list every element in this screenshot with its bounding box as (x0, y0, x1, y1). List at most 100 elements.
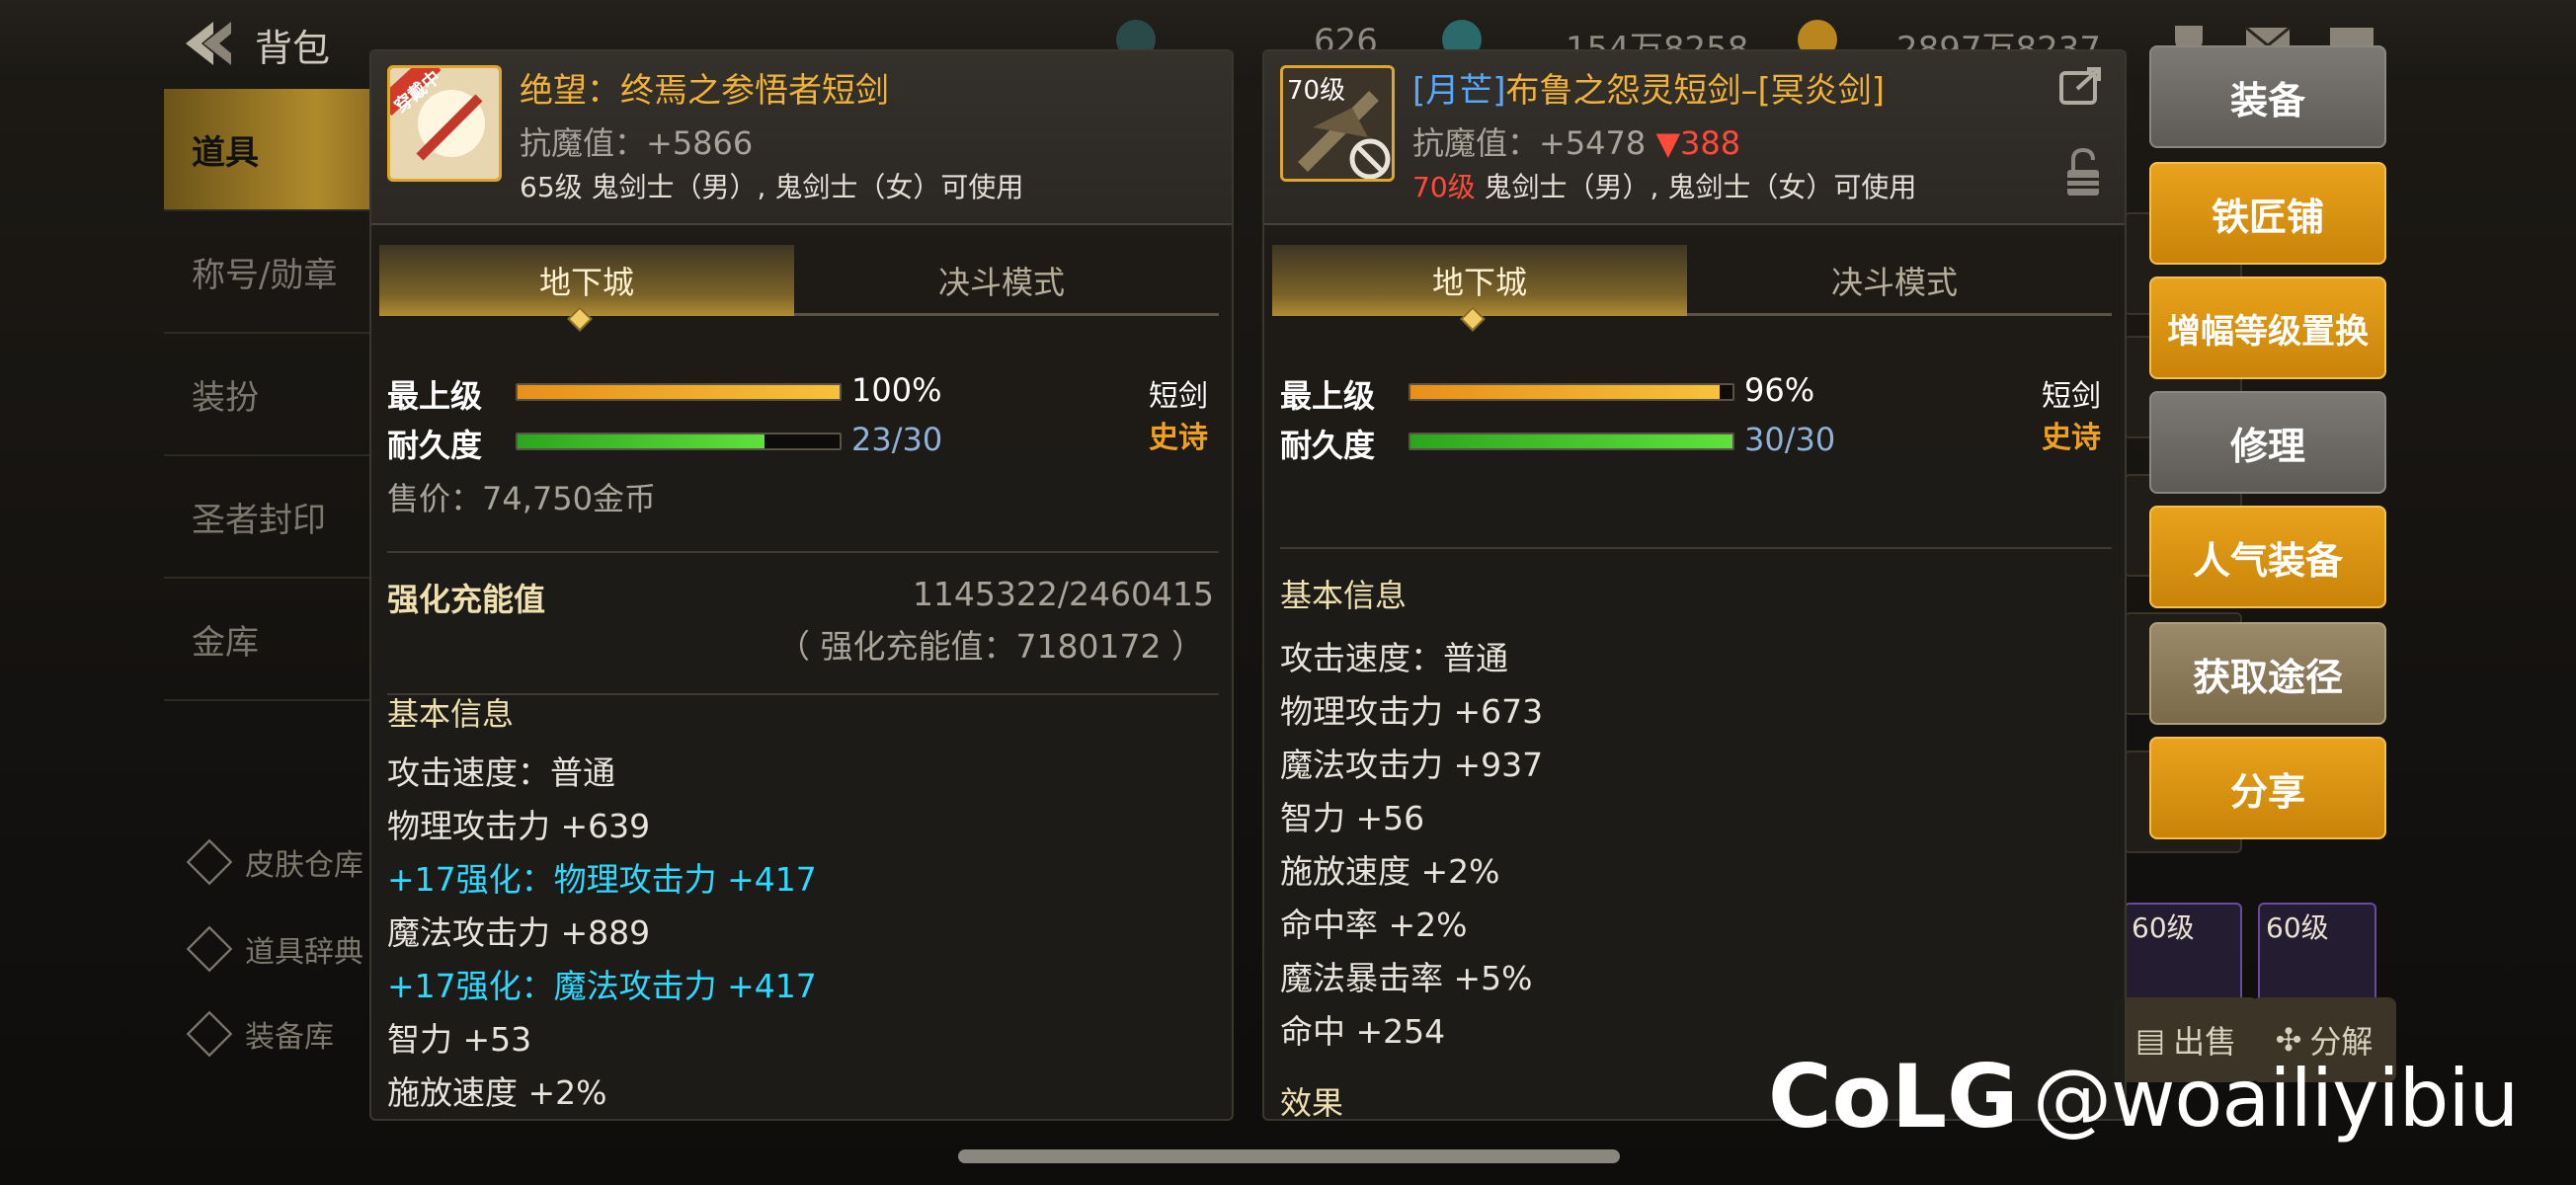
rarity-label: 史诗 (2042, 421, 2101, 455)
blacksmith-button[interactable]: 铁匠铺 (2149, 162, 2386, 265)
divider (1280, 547, 2112, 549)
weapon-icon: 70级 (1280, 65, 1395, 182)
armor-icon (186, 1010, 233, 1058)
nav-item-items[interactable]: 道具 (164, 89, 381, 211)
item-name-prefix: [月芒] (1412, 71, 1506, 111)
stat-line: 智力 +56 (1280, 799, 1425, 837)
tab-dungeon[interactable]: 地下城 (379, 245, 794, 316)
item-dictionary-label: 道具辞典 (245, 935, 363, 970)
magic-resist-row: 抗魔值：+5478 ▼388 (1412, 118, 1740, 164)
usable-classes-text: 鬼剑士（男）, 鬼剑士（女）可使用 (1475, 171, 1917, 203)
grade-value: 100% (851, 371, 942, 409)
durability-row: 耐久度 23/30 (387, 421, 1227, 464)
item-name: [月芒]布鲁之怨灵短剑–[冥炎剑] (1412, 63, 1885, 112)
stat-line: +17强化：物理攻击力 +417 (387, 860, 817, 899)
stat-line: 魔法攻击力 +889 (387, 913, 651, 952)
slot-level-label: 60级 (2132, 911, 2195, 944)
item-name: 绝望：终焉之参悟者短剑 (520, 71, 889, 111)
equipment-storage-button[interactable]: 装备库 (186, 999, 385, 1068)
skin-storage-button[interactable]: 皮肤仓库 (186, 828, 385, 897)
grade-label: 最上级 (1280, 377, 1376, 415)
share-button[interactable]: 分享 (2149, 737, 2386, 839)
stat-line: 攻击速度：普通 (1280, 639, 1508, 677)
equipped-item-tooltip: 穿戴中 绝望：终焉之参悟者短剑 抗魔值：+5866 65级 鬼剑士（男）, 鬼剑… (369, 49, 1234, 1121)
rarity-label: 史诗 (1149, 421, 1208, 455)
durability-bar (516, 433, 842, 450)
tab-pvp[interactable]: 决斗模式 (1687, 245, 2102, 316)
charge-total: （ 强化充能值：7180172 ） (777, 627, 1204, 666)
durability-value: 30/30 (1744, 421, 1836, 458)
colg-logo: CoLG (1768, 1054, 2015, 1143)
popular-equipment-button[interactable]: 人气装备 (2149, 506, 2386, 608)
grade-row: 最上级 96% (1280, 371, 2120, 415)
watermark-handle: @woailiyibiu (2033, 1052, 2519, 1145)
grade-value: 96% (1744, 371, 1815, 409)
compared-item-tooltip: 70级 [月芒]布鲁之怨灵短剑–[冥炎剑] 抗魔值：+5478 ▼388 70级… (1262, 49, 2127, 1121)
grade-bar-fill (518, 385, 840, 399)
nav-item-vault[interactable]: 金库 (164, 579, 381, 701)
grade-bar-fill (1410, 385, 1720, 399)
weapon-type: 短剑 (1149, 379, 1208, 414)
durability-label: 耐久度 (387, 427, 483, 464)
dictionary-icon (186, 925, 233, 973)
tooltip-header: 70级 [月芒]布鲁之怨灵短剑–[冥炎剑] 抗魔值：+5478 ▼388 70级… (1264, 51, 2125, 225)
stat-line: 魔法攻击力 +937 (1280, 746, 1544, 784)
grade-label: 最上级 (387, 377, 483, 415)
durability-bar (1409, 433, 1734, 450)
acquisition-route-button[interactable]: 获取途径 (2149, 622, 2386, 725)
grade-row: 最上级 100% (387, 371, 1227, 415)
share-link-icon[interactable] (2057, 65, 2105, 109)
item-name-main: 布鲁之怨灵短剑–[冥炎剑] (1505, 71, 1886, 111)
durability-bar-fill (1410, 434, 1732, 448)
tooltip-header: 穿戴中 绝望：终焉之参悟者短剑 抗魔值：+5866 65级 鬼剑士（男）, 鬼剑… (371, 51, 1232, 225)
inventory-slot[interactable]: 60级 (2124, 903, 2242, 1005)
repair-button[interactable]: 修理 (2149, 391, 2386, 494)
stat-line: 施放速度 +2% (1280, 852, 1500, 891)
stat-line: 魔法暴击率 +5% (1280, 959, 1533, 997)
amplify-transfer-button[interactable]: 增幅等级置换 (2149, 276, 2386, 379)
charge-value: 1145322/2460415 (912, 575, 1214, 613)
stat-line: 智力 +53 (387, 1020, 532, 1059)
magic-resist-value: 抗魔值：+5866 (520, 124, 754, 162)
charge-title: 强化充能值 (387, 581, 546, 618)
watermark: CoLG @woailiyibiu (1768, 1049, 2519, 1147)
level-requirement: 70级 (1412, 171, 1476, 203)
stat-line: 施放速度 +2% (387, 1073, 607, 1112)
usable-classes: 70级 鬼剑士（男）, 鬼剑士（女）可使用 (1412, 166, 1916, 205)
skin-storage-icon (186, 838, 233, 886)
left-nav: 道具 称号/勋章 装扮 圣者封印 金库 (164, 89, 381, 701)
inventory-slot[interactable]: 60级 (2258, 903, 2376, 1005)
home-indicator[interactable] (958, 1149, 1620, 1163)
tab-dungeon[interactable]: 地下城 (1272, 245, 1687, 316)
stat-line: 攻击速度：普通 (387, 753, 615, 792)
item-dictionary-button[interactable]: 道具辞典 (186, 914, 385, 984)
stat-line: 物理攻击力 +639 (387, 807, 651, 845)
back-button[interactable] (178, 18, 237, 69)
durability-label: 耐久度 (1280, 427, 1376, 464)
stat-line: +17强化：魔法攻击力 +417 (387, 967, 817, 1005)
nav-item-titles[interactable]: 称号/勋章 (164, 211, 381, 334)
grade-bar (1409, 383, 1734, 401)
usable-classes: 65级 鬼剑士（男）, 鬼剑士（女）可使用 (520, 171, 1024, 203)
mode-tabs: 地下城 决斗模式 (379, 245, 1219, 316)
sell-price: 售价：74,750金币 (387, 480, 656, 517)
lock-icon[interactable] (2063, 146, 2103, 199)
magic-resist-value: 抗魔值：+5478 (1412, 124, 1647, 162)
nav-item-seal[interactable]: 圣者封印 (164, 456, 381, 579)
slot-level-label: 60级 (2266, 911, 2329, 944)
equipment-storage-label: 装备库 (245, 1020, 334, 1055)
svg-text:CoLG: CoLG (1768, 1054, 2015, 1143)
equip-button[interactable]: 装备 (2149, 45, 2386, 148)
durability-value: 23/30 (851, 421, 943, 458)
level-badge: 70级 (1287, 76, 1346, 106)
effect-title: 效果 (1280, 1084, 1344, 1121)
tab-pvp[interactable]: 决斗模式 (794, 245, 1209, 316)
stat-line: 物理攻击力 +673 (1280, 692, 1544, 731)
durability-row: 耐久度 30/30 (1280, 421, 2120, 464)
basic-info-title: 基本信息 (387, 695, 515, 733)
grade-bar (516, 383, 842, 401)
weapon-type: 短剑 (2042, 379, 2101, 414)
durability-bar-fill (518, 434, 765, 448)
stat-line: 命中率 +2% (1280, 906, 1468, 944)
nav-item-avatar[interactable]: 装扮 (164, 334, 381, 456)
